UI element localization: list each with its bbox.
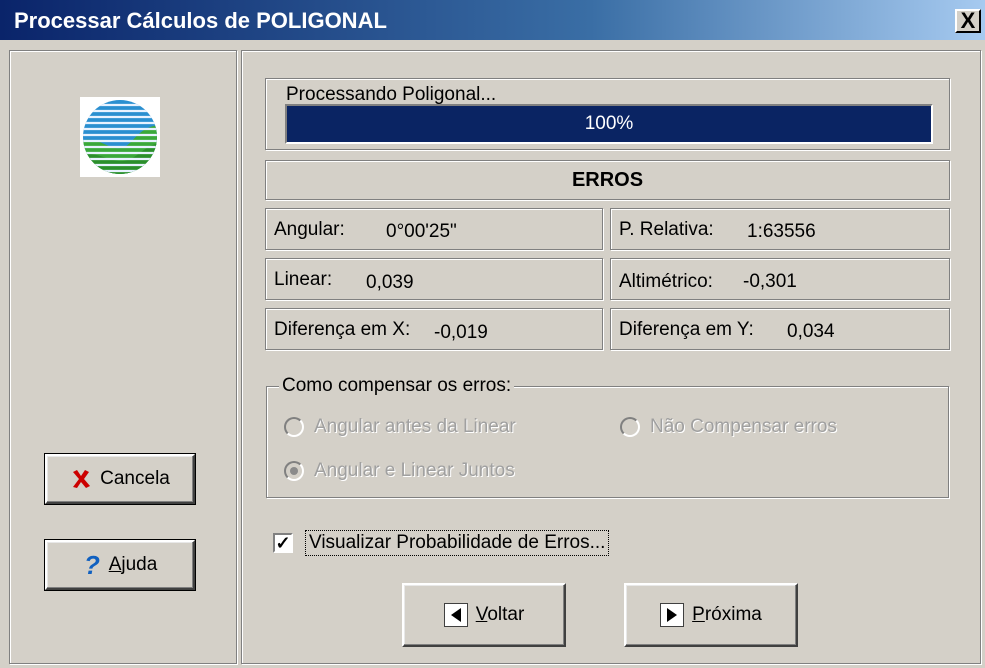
dy-label: Diferença em Y:	[619, 319, 754, 340]
visualize-probability-checkbox[interactable]: ✓	[273, 533, 293, 553]
svg-text:?: ?	[84, 552, 100, 578]
help-question-icon: ?	[84, 552, 100, 578]
next-button[interactable]: Próxima	[624, 583, 798, 647]
errors-header: ERROS	[265, 160, 950, 200]
help-label: Ajuda	[108, 554, 158, 575]
altimetric-error-cell: Altimétrico: -0,301	[610, 258, 950, 300]
radio-no-compensation[interactable]: Não Compensar erros	[620, 416, 837, 438]
radio-no-compensation-label: Não Compensar erros	[650, 416, 837, 437]
cancel-button-frame: Cancela	[44, 453, 196, 505]
visualize-probability-label: Visualizar Probabilidade de Erros...	[305, 530, 610, 556]
cancel-label: Cancela	[100, 468, 170, 489]
visualize-probability-option[interactable]: ✓ Visualizar Probabilidade de Erros...	[273, 530, 610, 556]
app-logo-icon	[80, 97, 160, 177]
linear-error-cell: Linear: 0,039	[265, 258, 603, 300]
close-button[interactable]: X	[955, 9, 981, 33]
radio-no-compensation-button[interactable]	[620, 417, 640, 437]
altimetric-label: Altimétrico:	[619, 271, 713, 292]
radio-selected-dot	[290, 467, 298, 475]
errors-title: ERROS	[571, 168, 644, 191]
close-icon: X	[960, 8, 976, 33]
linear-label: Linear:	[274, 269, 333, 290]
dx-value: -0,019	[434, 322, 488, 343]
title-bar: Processar Cálculos de POLIGONAL X	[0, 0, 985, 42]
checkmark-icon: ✓	[275, 533, 291, 553]
compensation-caption: Como compensar os erros:	[279, 375, 515, 397]
back-label: Voltar	[475, 604, 525, 625]
relative-label: P. Relativa:	[619, 219, 714, 240]
help-button[interactable]: ? Ajuda	[45, 540, 195, 590]
progress-fill: 100%	[287, 106, 931, 142]
back-arrow-icon	[443, 603, 468, 627]
altimetric-value: -0,301	[743, 271, 797, 292]
progress-label: Processando Poligonal...	[286, 84, 497, 105]
next-arrow-icon	[660, 603, 685, 627]
dx-label: Diferença em X:	[274, 319, 411, 340]
help-button-frame: ? Ajuda	[44, 539, 196, 591]
back-button[interactable]: Voltar	[402, 583, 566, 647]
relative-value: 1:63556	[747, 221, 816, 242]
dy-value: 0,034	[787, 321, 835, 342]
next-label: Próxima	[692, 604, 762, 625]
radio-angular-linear-together-label: Angular e Linear Juntos	[314, 460, 515, 481]
angular-error-cell: Angular: 0°00'25"	[265, 208, 603, 250]
progress-percent: 100%	[584, 113, 634, 134]
dx-error-cell: Diferença em X: -0,019	[265, 308, 603, 350]
angular-label: Angular:	[274, 219, 345, 240]
angular-value: 0°00'25"	[386, 221, 457, 242]
dy-error-cell: Diferença em Y: 0,034	[610, 308, 950, 350]
linear-value: 0,039	[366, 272, 414, 293]
progress-bar: 100%	[285, 104, 933, 144]
radio-angular-before-button[interactable]	[284, 417, 304, 437]
radio-angular-before[interactable]: Angular antes da Linear	[284, 416, 516, 438]
window-title: Processar Cálculos de POLIGONAL	[14, 8, 387, 33]
radio-angular-linear-together-button[interactable]	[284, 461, 304, 481]
relative-error-cell: P. Relativa: 1:63556	[610, 208, 950, 250]
radio-angular-linear-together[interactable]: Angular e Linear Juntos	[284, 460, 515, 482]
cancel-button[interactable]: Cancela	[45, 454, 195, 504]
radio-angular-before-label: Angular antes da Linear	[314, 416, 516, 437]
cancel-x-icon	[73, 470, 91, 488]
